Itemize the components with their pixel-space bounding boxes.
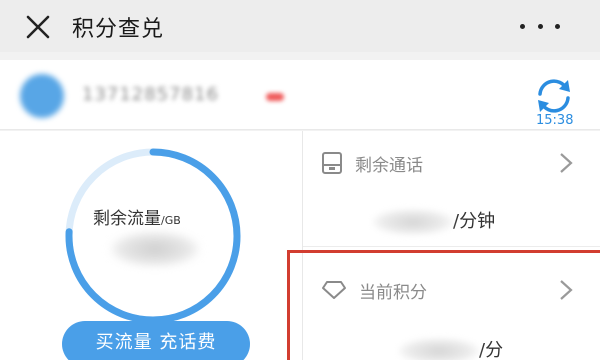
- call-time-label: 剩余通话: [355, 155, 423, 176]
- user-info-bar: 13712857816: [0, 60, 600, 130]
- data-usage-panel: 剩余流量/GB 买流量 充话费: [0, 131, 302, 360]
- chevron-right-icon[interactable]: [558, 151, 574, 175]
- more-icon: [520, 23, 525, 29]
- more-button[interactable]: [520, 12, 560, 40]
- top-nav-bar: 积分查兑: [0, 0, 600, 52]
- avatar: [20, 74, 64, 118]
- buy-data-button[interactable]: 买流量 充话费: [62, 321, 250, 360]
- data-usage-label: 剩余流量/GB: [93, 209, 181, 229]
- phone-number: 13712857816: [82, 84, 219, 105]
- row-divider: [303, 246, 600, 247]
- call-time-row[interactable]: 剩余通话: [321, 147, 423, 179]
- close-button[interactable]: [24, 13, 52, 41]
- data-usage-value: [110, 231, 200, 267]
- page-title: 积分查兑: [72, 17, 165, 42]
- points-highlight-box: [287, 250, 600, 360]
- close-icon: [26, 15, 50, 39]
- status-badge: [266, 93, 284, 101]
- call-time-value: /分钟: [373, 207, 495, 235]
- refresh-time: 15:38: [536, 113, 574, 128]
- phone-card-icon: [322, 152, 342, 174]
